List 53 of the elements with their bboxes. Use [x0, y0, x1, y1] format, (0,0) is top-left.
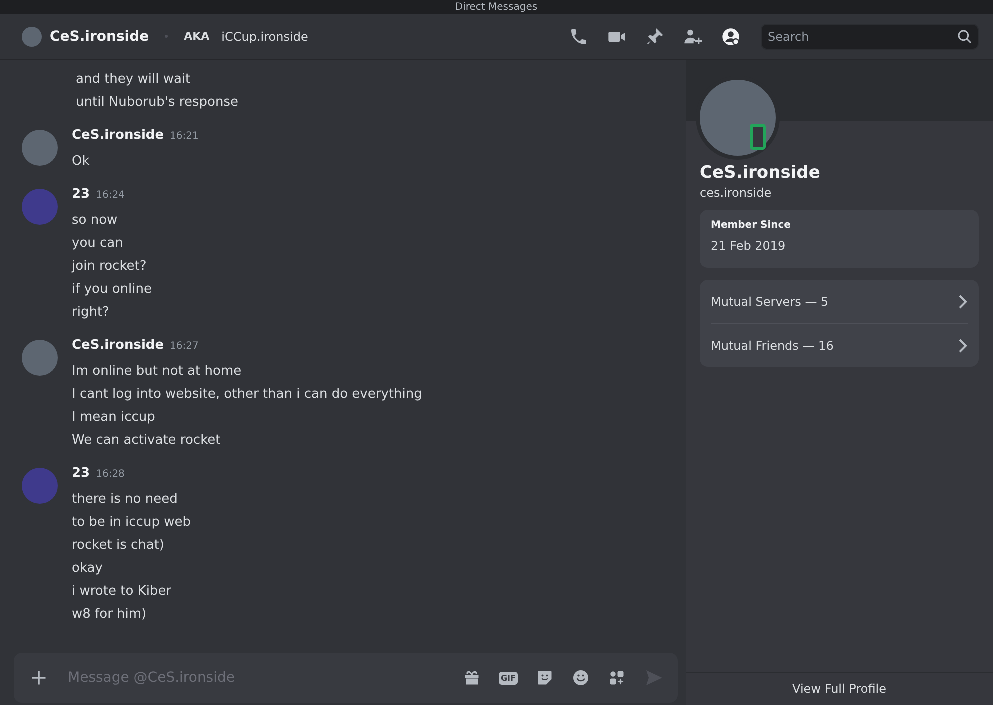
sticker-icon[interactable] — [536, 669, 554, 687]
chevron-right-icon — [958, 338, 968, 352]
message-text: okay — [72, 560, 104, 578]
message-author[interactable]: CeS.ironside — [72, 128, 164, 143]
message-text: rocket is chat) — [72, 537, 166, 555]
member-since-date: 21 Feb 2019 — [711, 239, 787, 253]
plus-icon[interactable] — [30, 669, 48, 687]
username: ces.ironside — [700, 186, 773, 200]
message-text: you can — [72, 235, 124, 253]
message-text: join rocket? — [72, 258, 148, 276]
apps-icon[interactable] — [608, 669, 626, 687]
message-text: until Nuborub's response — [76, 94, 240, 112]
display-name: CeS.ironside — [700, 163, 822, 183]
message-time: 16:27 — [170, 341, 199, 352]
message-text: to be in iccup web — [72, 514, 191, 532]
user-avatar — [22, 26, 42, 46]
message-text: Ok — [72, 153, 91, 171]
message-text: so now — [72, 212, 119, 230]
message-time: 16:24 — [96, 190, 125, 201]
message-author[interactable]: 23 — [72, 187, 90, 202]
gif-button[interactable]: GIF — [498, 672, 518, 684]
message-text: I mean iccup — [72, 409, 156, 427]
view-full-profile-button[interactable]: View Full Profile — [792, 682, 886, 696]
window-title: Direct Messages — [455, 2, 538, 12]
chevron-right-icon — [958, 294, 968, 308]
member-since-label: Member Since — [711, 220, 792, 231]
mutuals-link[interactable]: Mutual Servers — 5 — [711, 280, 968, 323]
mobile-status-icon — [750, 124, 766, 150]
message-author[interactable]: 23 — [72, 466, 90, 481]
message-text: if you online — [72, 281, 152, 299]
message-text: I cant log into website, other than i can do everything — [72, 386, 422, 404]
message-text: w8 for him) — [72, 606, 148, 624]
phone-icon[interactable] — [569, 26, 589, 46]
pin-icon[interactable] — [645, 26, 665, 46]
message-author[interactable]: CeS.ironside — [72, 338, 164, 353]
mutuals-link[interactable]: Mutual Friends — 16 — [711, 324, 968, 367]
message-text: Im online but not at home — [72, 363, 243, 381]
message-text: We can activate rocket — [72, 432, 222, 450]
message-text: right? — [72, 304, 110, 322]
message-text: i wrote to Kiber — [72, 583, 173, 601]
message-field[interactable]: Message @CeS.ironside GIF — [14, 653, 678, 703]
emoji-icon[interactable] — [572, 669, 590, 687]
aka-label: AKA — [184, 30, 210, 43]
message-text: there is no need — [72, 491, 179, 509]
search-icon — [957, 28, 973, 44]
user-profile-icon[interactable] — [721, 26, 741, 46]
gift-icon[interactable] — [462, 669, 481, 687]
user-name: CeS.ironside — [50, 28, 150, 44]
message-text: and they will wait — [76, 71, 192, 89]
aka-name: iCCup.ironside — [222, 30, 308, 44]
message-time: 16:21 — [170, 131, 199, 142]
message-time: 16:28 — [96, 469, 125, 480]
search-field[interactable]: Search — [761, 24, 979, 50]
